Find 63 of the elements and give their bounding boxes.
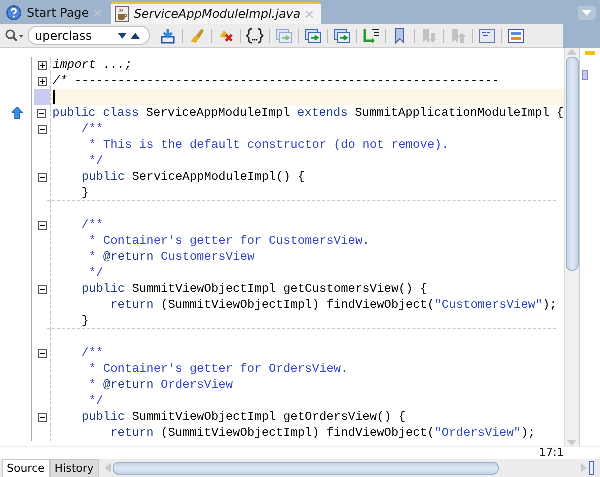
code-line: public class ServiceAppModuleImpl extends SummitApplicationModuleImpl { — [52, 105, 564, 121]
code-line: *@return OrdersView — [88, 377, 234, 393]
search-icon[interactable] — [5, 28, 25, 42]
dropdown-icon — [582, 10, 592, 16]
collapse-icon[interactable] — [38, 412, 46, 422]
code-line: */ — [88, 393, 104, 409]
text-cursor — [53, 90, 55, 104]
download-icon — [159, 26, 177, 44]
cursor-position: 17:1 — [539, 447, 564, 459]
search-field[interactable]: uperclass — [35, 28, 115, 42]
scrollbar-thumb[interactable] — [112, 462, 499, 474]
code-line: * Container's getter for OrdersView. — [88, 361, 348, 377]
windows-arrow-icon — [304, 26, 322, 44]
collapse-icon[interactable] — [38, 284, 46, 294]
code-line: /** — [80, 345, 104, 361]
code-line: return (SummitViewObjectImpl) findViewObject("CustomersView"); — [110, 297, 558, 313]
code-line: public SummitViewObjectImpl getCustomersView() { — [80, 281, 428, 297]
collapse-icon[interactable] — [38, 124, 46, 134]
expand-icon[interactable] — [38, 76, 46, 86]
windows-arrow-icon — [333, 26, 351, 44]
code-line: /** — [80, 121, 104, 137]
code-line: } — [80, 185, 90, 201]
code-line: */ — [88, 153, 104, 169]
scroll-corner-marker — [589, 461, 594, 475]
panel-icon — [478, 26, 496, 44]
windows-icon — [275, 26, 293, 44]
code-line: return (SummitViewObjectImpl) findViewObject("OrdersView"); — [110, 425, 536, 441]
warning-marker[interactable] — [585, 51, 595, 55]
collapse-icon[interactable] — [37, 108, 46, 118]
editor-view-tab[interactable]: Source — [2, 458, 50, 477]
next-icon[interactable] — [117, 32, 128, 40]
scrollbar-thumb[interactable] — [566, 57, 578, 271]
code-line: public ServiceAppModuleImpl() { — [80, 169, 306, 185]
code-line: * This is the default constructor (do not remove). — [88, 137, 450, 153]
panel-icon — [507, 26, 525, 44]
search-box[interactable]: uperclass — [28, 26, 150, 45]
editor-view-tab[interactable]: History — [50, 458, 99, 477]
collapse-icon[interactable] — [38, 348, 46, 358]
editor-tab[interactable]: ServiceAppModuleImpl.java — [111, 2, 321, 24]
java-file-icon — [115, 6, 130, 22]
bookmark-up-icon — [449, 26, 467, 44]
brush-icon — [188, 26, 206, 44]
braces-icon — [246, 26, 264, 44]
toolbar-button[interactable] — [244, 26, 266, 46]
bookmark-down-icon — [420, 26, 438, 44]
help-icon — [6, 5, 22, 21]
previous-icon[interactable] — [130, 32, 141, 40]
code-line: } — [80, 313, 90, 329]
code-line: /* ----------------------------------------------------------- — [53, 73, 500, 89]
collapse-icon[interactable] — [38, 220, 46, 230]
caret-marker — [582, 70, 588, 80]
code-line: */ — [88, 265, 104, 281]
brush-delete-icon — [218, 30, 234, 42]
editor-tab[interactable]: Start Page — [2, 2, 110, 24]
code-line: /** — [80, 217, 104, 233]
code-line: import ...; — [53, 57, 132, 73]
code-line: * Container's getter for CustomersView. — [88, 233, 370, 249]
code-line: *@return CustomersView — [88, 249, 255, 265]
expand-icon[interactable] — [38, 60, 46, 70]
collapse-icon[interactable] — [38, 172, 46, 182]
up-arrow-icon[interactable] — [12, 107, 23, 119]
indent-arrow-icon — [362, 26, 380, 44]
code-line: public SummitViewObjectImpl getOrdersView() { — [80, 409, 406, 425]
